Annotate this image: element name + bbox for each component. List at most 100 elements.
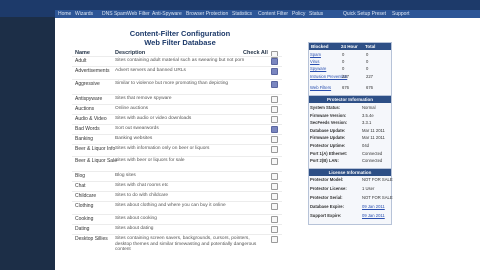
blocked-label-link[interactable]: Web Filters bbox=[310, 85, 331, 90]
category-checkbox[interactable] bbox=[271, 216, 278, 223]
protector-info-value: Connected bbox=[362, 150, 383, 156]
nav-item-web-filter[interactable]: Web Filter bbox=[127, 10, 150, 18]
protector-info-header: Protector Information bbox=[309, 96, 391, 103]
category-checkbox[interactable] bbox=[271, 136, 278, 143]
category-checkbox[interactable] bbox=[271, 58, 278, 65]
category-description: Sites with beer or liquors for sale bbox=[115, 158, 185, 163]
protector-info-label: Port 2(B) LAN: bbox=[310, 158, 339, 164]
category-description: Sites containing screen savers, backgrou… bbox=[115, 236, 257, 253]
nav-item-dns-spam[interactable]: DNS Spam bbox=[102, 10, 127, 18]
category-name: Beer & Liquor Info bbox=[75, 146, 116, 152]
protector-info-value: 3.3.1 bbox=[362, 120, 372, 126]
table-row bbox=[72, 234, 282, 235]
category-checkbox[interactable] bbox=[271, 126, 278, 133]
blocked-24h-header: 24 Hour bbox=[341, 44, 358, 49]
blocked-label-link[interactable]: Spyware bbox=[310, 66, 326, 71]
nav-item-browser-protection[interactable]: Browser Protection bbox=[186, 10, 228, 18]
category-description: Banking websites bbox=[115, 136, 153, 141]
category-name: Audio & Video bbox=[75, 116, 107, 122]
category-description: Sort out swearwords bbox=[115, 126, 159, 131]
blocked-total-value: 227 bbox=[366, 74, 373, 79]
nav-item-anti-spyware[interactable]: Anti-Spyware bbox=[152, 10, 182, 18]
blocked-24h-value: 676 bbox=[342, 85, 349, 90]
license-info-header: License Information bbox=[309, 169, 391, 176]
protector-info-value: Mar 11 2011 bbox=[362, 135, 385, 141]
category-checkbox[interactable] bbox=[271, 193, 278, 200]
table-row bbox=[72, 191, 282, 192]
protector-info-value: 04d bbox=[362, 143, 369, 148]
category-description: Sites about clothing and where you can b… bbox=[115, 203, 226, 208]
blocked-24h-value: 0 bbox=[342, 52, 345, 57]
category-checkbox[interactable] bbox=[271, 68, 278, 75]
category-name: Clothing bbox=[75, 203, 94, 209]
blocked-24h-value: 0 bbox=[342, 66, 345, 71]
category-checkbox[interactable] bbox=[271, 183, 278, 190]
table-row bbox=[72, 79, 282, 80]
category-checkbox[interactable] bbox=[271, 226, 278, 233]
category-description: Online auctions bbox=[115, 106, 149, 111]
category-name: Auctions bbox=[75, 106, 95, 112]
category-name: Beer & Liquor Sale bbox=[75, 158, 117, 164]
category-description: Sites with audio or video downloads bbox=[115, 116, 192, 121]
table-row bbox=[72, 156, 282, 157]
nav-item-status[interactable]: Status bbox=[309, 10, 323, 18]
nav-item-quick-setup[interactable]: Quick Setup Preset bbox=[343, 10, 386, 18]
category-name: Chat bbox=[75, 183, 86, 189]
table-row bbox=[72, 181, 282, 182]
license-info-value[interactable]: 09 Jan 2011 bbox=[362, 204, 385, 209]
blocked-label-link[interactable]: Spam bbox=[310, 52, 321, 57]
protector-info-label: System Status: bbox=[310, 105, 341, 110]
blocked-total-value: 676 bbox=[366, 85, 373, 90]
category-description: Sites with information only on beer or l… bbox=[115, 146, 210, 151]
category-checkbox[interactable] bbox=[271, 173, 278, 180]
blocked-label-link[interactable]: Virus bbox=[310, 59, 319, 64]
nav-item-support[interactable]: Support bbox=[392, 10, 410, 18]
category-checkbox[interactable] bbox=[271, 146, 278, 153]
category-name: Blog bbox=[75, 173, 86, 179]
category-name: Antispyware bbox=[75, 96, 103, 102]
category-checkbox[interactable] bbox=[271, 158, 278, 165]
page-title: Content-Filter Configuration bbox=[129, 29, 231, 38]
license-info-value: NOT FOR SALE bbox=[362, 177, 393, 182]
license-info-value: 1 User bbox=[362, 186, 375, 191]
blocked-total-value: 0 bbox=[366, 66, 369, 71]
license-info-value: NOT FOR SALE bbox=[362, 195, 393, 200]
license-info-value[interactable]: 09 Jan 2011 bbox=[362, 213, 385, 218]
protector-info-value: Normal bbox=[362, 105, 376, 110]
category-description: Advert servers and banned URLs bbox=[115, 68, 186, 73]
category-name: Banking bbox=[75, 136, 94, 142]
category-name: Adult bbox=[75, 58, 87, 64]
protector-info-label: Firmware Update: bbox=[310, 135, 346, 141]
category-description: Blog sites bbox=[115, 173, 136, 178]
nav-item-statistics[interactable]: Statistics bbox=[232, 10, 252, 18]
protector-info-label: Database Update: bbox=[310, 127, 346, 133]
license-info-label: Protector Model: bbox=[310, 177, 344, 182]
category-name: Advertisements bbox=[75, 68, 110, 74]
blocked-total-header: Total bbox=[365, 44, 376, 49]
license-info-label: Protector Serial: bbox=[310, 195, 343, 200]
nav-item-home[interactable]: Home bbox=[58, 10, 71, 18]
protector-info-value: Mar 11 2011 bbox=[362, 127, 385, 133]
category-name: Childcare bbox=[75, 193, 97, 199]
category-name: Aggressive bbox=[75, 81, 100, 87]
blocked-total-value: 0 bbox=[366, 59, 369, 64]
category-description: Sites about dating bbox=[115, 226, 154, 231]
nav-item-policy[interactable]: Policy bbox=[292, 10, 305, 18]
protector-info-label: Port 1(A) Ethernet: bbox=[310, 150, 348, 156]
category-checkbox[interactable] bbox=[271, 203, 278, 210]
nav-item-content-filter[interactable]: Content Filter bbox=[258, 10, 288, 18]
category-checkbox[interactable] bbox=[271, 106, 278, 113]
table-row bbox=[72, 104, 282, 105]
category-description: Sites containing adult material such as … bbox=[115, 58, 245, 63]
license-info-label: Protector License: bbox=[310, 186, 347, 191]
table-row bbox=[72, 56, 282, 57]
category-checkbox[interactable] bbox=[271, 116, 278, 123]
category-description: Sites with chat rooms etc bbox=[115, 183, 169, 188]
category-checkbox[interactable] bbox=[271, 96, 278, 103]
nav-item-wizards[interactable]: Wizards bbox=[75, 10, 93, 18]
category-checkbox[interactable] bbox=[271, 236, 278, 243]
table-row bbox=[72, 214, 282, 215]
category-checkbox[interactable] bbox=[271, 81, 278, 88]
license-info-label: Database Expire: bbox=[310, 204, 344, 209]
table-row bbox=[72, 124, 282, 125]
